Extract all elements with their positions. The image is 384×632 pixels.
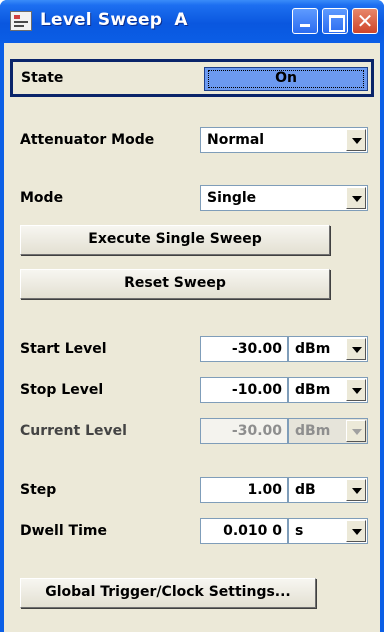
- window-title: Level Sweep A: [40, 10, 188, 30]
- attenuator-mode-label: Attenuator Mode: [20, 132, 155, 148]
- step-unit-select[interactable]: dB: [288, 477, 368, 503]
- attenuator-mode-value: Normal: [207, 132, 265, 148]
- stop-level-value: -10.00: [231, 382, 282, 398]
- start-level-unit-select[interactable]: dBm: [288, 336, 368, 362]
- stop-level-unit-select[interactable]: dBm: [288, 377, 368, 403]
- state-label: State: [21, 70, 64, 86]
- chevron-down-icon: [346, 420, 366, 442]
- dwell-time-input[interactable]: 0.010 0: [200, 518, 288, 544]
- current-level-value: -30.00: [231, 423, 282, 439]
- chevron-down-icon[interactable]: [346, 379, 366, 401]
- state-row: State On: [10, 59, 374, 97]
- chevron-down-icon[interactable]: [346, 479, 366, 501]
- stop-level-label: Stop Level: [20, 382, 104, 398]
- maximize-button[interactable]: [322, 8, 348, 34]
- stop-level-input[interactable]: -10.00: [200, 377, 288, 403]
- chevron-down-icon[interactable]: [346, 129, 366, 151]
- reset-sweep-button[interactable]: Reset Sweep: [20, 269, 330, 299]
- chevron-down-icon[interactable]: [346, 338, 366, 360]
- dialog-icon: [10, 11, 32, 31]
- dwell-time-unit-select[interactable]: s: [288, 518, 368, 544]
- start-level-label: Start Level: [20, 341, 107, 357]
- dwell-time-label: Dwell Time: [20, 523, 107, 539]
- title-bar[interactable]: Level Sweep A ✕: [0, 0, 384, 43]
- start-level-value: -30.00: [231, 341, 282, 357]
- state-value: On: [275, 70, 297, 86]
- global-trigger-label: Global Trigger/Clock Settings...: [45, 584, 291, 600]
- dwell-time-value: 0.010 0: [223, 523, 282, 539]
- current-level-unit: dBm: [295, 423, 331, 439]
- step-input[interactable]: 1.00: [200, 477, 288, 503]
- current-level-label: Current Level: [20, 423, 127, 439]
- close-icon: ✕: [356, 9, 374, 33]
- execute-single-sweep-button[interactable]: Execute Single Sweep: [20, 225, 330, 255]
- mode-value: Single: [207, 190, 257, 206]
- mode-label: Mode: [20, 190, 64, 206]
- global-trigger-clock-settings-button[interactable]: Global Trigger/Clock Settings...: [20, 578, 316, 608]
- execute-single-sweep-label: Execute Single Sweep: [88, 231, 262, 247]
- step-label: Step: [20, 482, 57, 498]
- close-button[interactable]: ✕: [352, 8, 378, 34]
- attenuator-mode-select[interactable]: Normal: [200, 127, 368, 153]
- state-on-button[interactable]: On: [204, 67, 368, 91]
- mode-select[interactable]: Single: [200, 185, 368, 211]
- start-level-input[interactable]: -30.00: [200, 336, 288, 362]
- chevron-down-icon[interactable]: [346, 187, 366, 209]
- dwell-time-unit: s: [295, 523, 304, 539]
- level-sweep-window: Level Sweep A ✕ State On Attenuator Mode…: [0, 0, 384, 632]
- dialog-content: State On Attenuator Mode Normal Mode Sin…: [4, 43, 380, 632]
- minimize-button[interactable]: [292, 8, 318, 34]
- stop-level-unit: dBm: [295, 382, 331, 398]
- start-level-unit: dBm: [295, 341, 331, 357]
- current-level-input: -30.00: [200, 418, 288, 444]
- step-unit: dB: [295, 482, 316, 498]
- current-level-unit-select: dBm: [288, 418, 368, 444]
- chevron-down-icon[interactable]: [346, 520, 366, 542]
- reset-sweep-label: Reset Sweep: [124, 275, 226, 291]
- step-value: 1.00: [247, 482, 282, 498]
